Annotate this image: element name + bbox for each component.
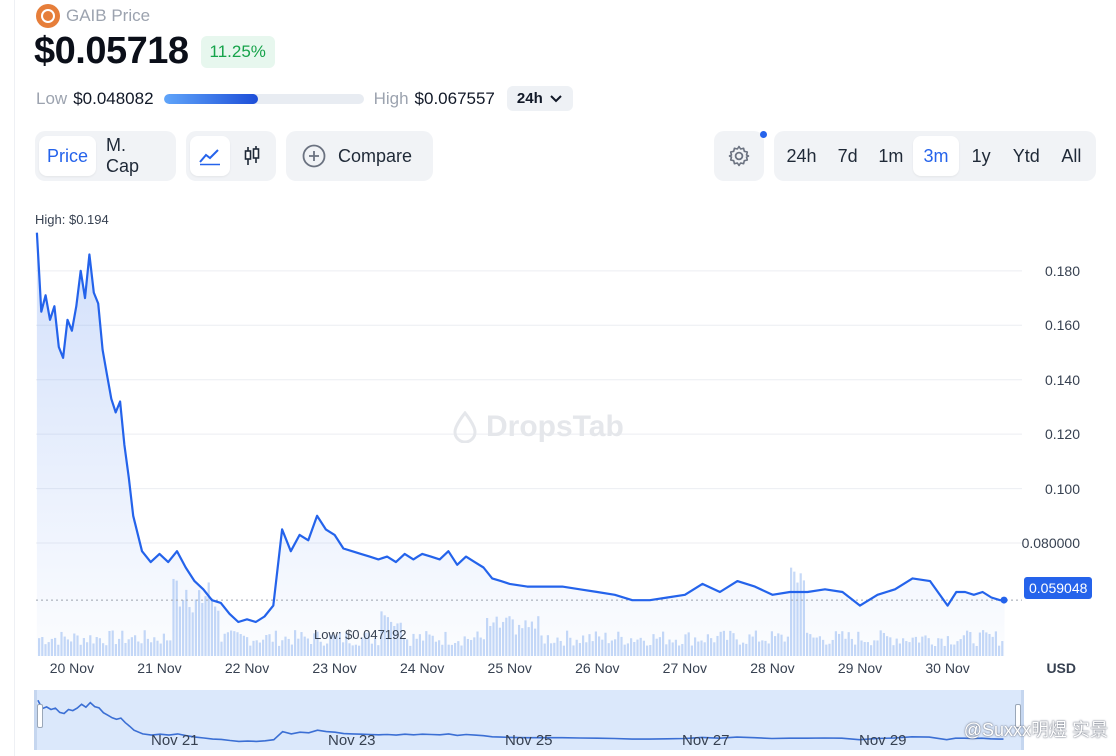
day-range: Low $0.048082 High $0.067557 24h <box>36 86 573 111</box>
period-select[interactable]: 24h <box>506 86 573 111</box>
chart-low-label: Low: $0.047192 <box>314 627 407 642</box>
price-row: $0.05718 11.25% <box>34 30 275 73</box>
range-7d[interactable]: 7d <box>827 136 868 176</box>
navigator-tick-label: Nov 27 <box>682 732 730 749</box>
high-label: High <box>373 88 409 108</box>
navigator-tick-label: Nov 29 <box>859 732 907 749</box>
y-tick-label: 0.140 <box>1044 371 1080 388</box>
x-tick-label: 22 Nov <box>224 660 270 676</box>
range-all[interactable]: All <box>1051 136 1092 176</box>
high-value: $0.067557 <box>414 88 495 108</box>
candlestick-button[interactable] <box>232 136 272 176</box>
y-tick-label: 0.080000 <box>1021 535 1080 552</box>
current-price-dot <box>1000 596 1008 604</box>
range-1m[interactable]: 1m <box>870 136 911 176</box>
price-area <box>36 232 1005 656</box>
range-bar <box>163 93 364 104</box>
line-chart-icon <box>199 149 220 166</box>
x-tick-label: 27 Nov <box>662 660 708 676</box>
currency-label: USD <box>1046 660 1076 676</box>
candlestick-icon <box>244 146 260 165</box>
header: GAIB Price <box>36 4 150 28</box>
watermark-stamp: @Suxxx明煜 实景 <box>963 720 1108 740</box>
navigator-tick-label: Nov 25 <box>505 732 553 749</box>
line-chart-button[interactable] <box>190 136 230 176</box>
period-select-value: 24h <box>516 90 543 107</box>
gaib-logo-icon <box>36 4 60 28</box>
y-tick-label: 0.180 <box>1044 262 1080 279</box>
watermark-text: DropsTab <box>486 410 624 443</box>
gear-icon <box>728 145 750 167</box>
range-1y[interactable]: 1y <box>961 136 1002 176</box>
plus-circle-icon <box>302 144 326 168</box>
y-tick-label: 0.160 <box>1044 317 1080 334</box>
tab-market-cap[interactable]: M. Cap <box>98 135 172 176</box>
x-tick-label: 28 Nov <box>750 660 795 676</box>
x-tick-label: 20 Nov <box>49 660 95 676</box>
chart-type-toggle <box>186 131 276 181</box>
chart-high-label: High: $0.194 <box>35 212 109 227</box>
settings-notification-dot <box>760 131 767 138</box>
price-chart-svg <box>35 232 1022 656</box>
y-tick-label: 0.120 <box>1044 426 1080 443</box>
dropstab-logo-icon <box>453 411 477 443</box>
x-tick-label: 29 Nov <box>837 660 883 676</box>
x-tick-label: 24 Nov <box>399 660 445 676</box>
watermark: DropsTab <box>452 410 624 444</box>
range-24h[interactable]: 24h <box>778 136 825 176</box>
x-tick-label: 25 Nov <box>487 660 532 676</box>
low-label: Low <box>36 88 68 108</box>
x-tick-label: 26 Nov <box>575 660 620 676</box>
metric-tabs: Price M. Cap <box>35 131 176 181</box>
app-title: GAIB Price <box>66 6 151 25</box>
x-tick-label: 30 Nov <box>925 660 970 676</box>
x-tick-label: 21 Nov <box>137 660 182 676</box>
y-tick-label: 0.100 <box>1044 480 1080 497</box>
range-3m[interactable]: 3m <box>913 136 959 176</box>
navigator-left-handle[interactable] <box>37 704 43 728</box>
current-price-badge: 0.059048 <box>1024 577 1093 599</box>
tab-price[interactable]: Price <box>39 136 97 176</box>
compare-button[interactable]: Compare <box>286 131 433 181</box>
low-value: $0.048082 <box>73 88 154 108</box>
change-badge: 11.25% <box>200 35 275 68</box>
range-ytd[interactable]: Ytd <box>1004 136 1049 176</box>
range-navigator[interactable]: Nov 21 Nov 23 Nov 25 Nov 27 Nov 29 <box>34 690 1024 750</box>
compare-label: Compare <box>338 145 413 166</box>
navigator-tick-label: Nov 21 <box>151 732 199 749</box>
current-price: $0.05718 <box>34 30 189 72</box>
range-bar-fill <box>163 93 258 104</box>
price-chart[interactable]: DropsTab High: $0.194 Low: $0.047192 0.1… <box>0 200 1116 690</box>
x-tick-label: 23 Nov <box>312 660 357 676</box>
settings-button[interactable] <box>714 131 764 181</box>
chevron-down-icon <box>550 94 562 102</box>
time-range-tabs: 24h 7d 1m 3m 1y Ytd All <box>774 131 1096 181</box>
navigator-tick-label: Nov 23 <box>328 732 376 749</box>
